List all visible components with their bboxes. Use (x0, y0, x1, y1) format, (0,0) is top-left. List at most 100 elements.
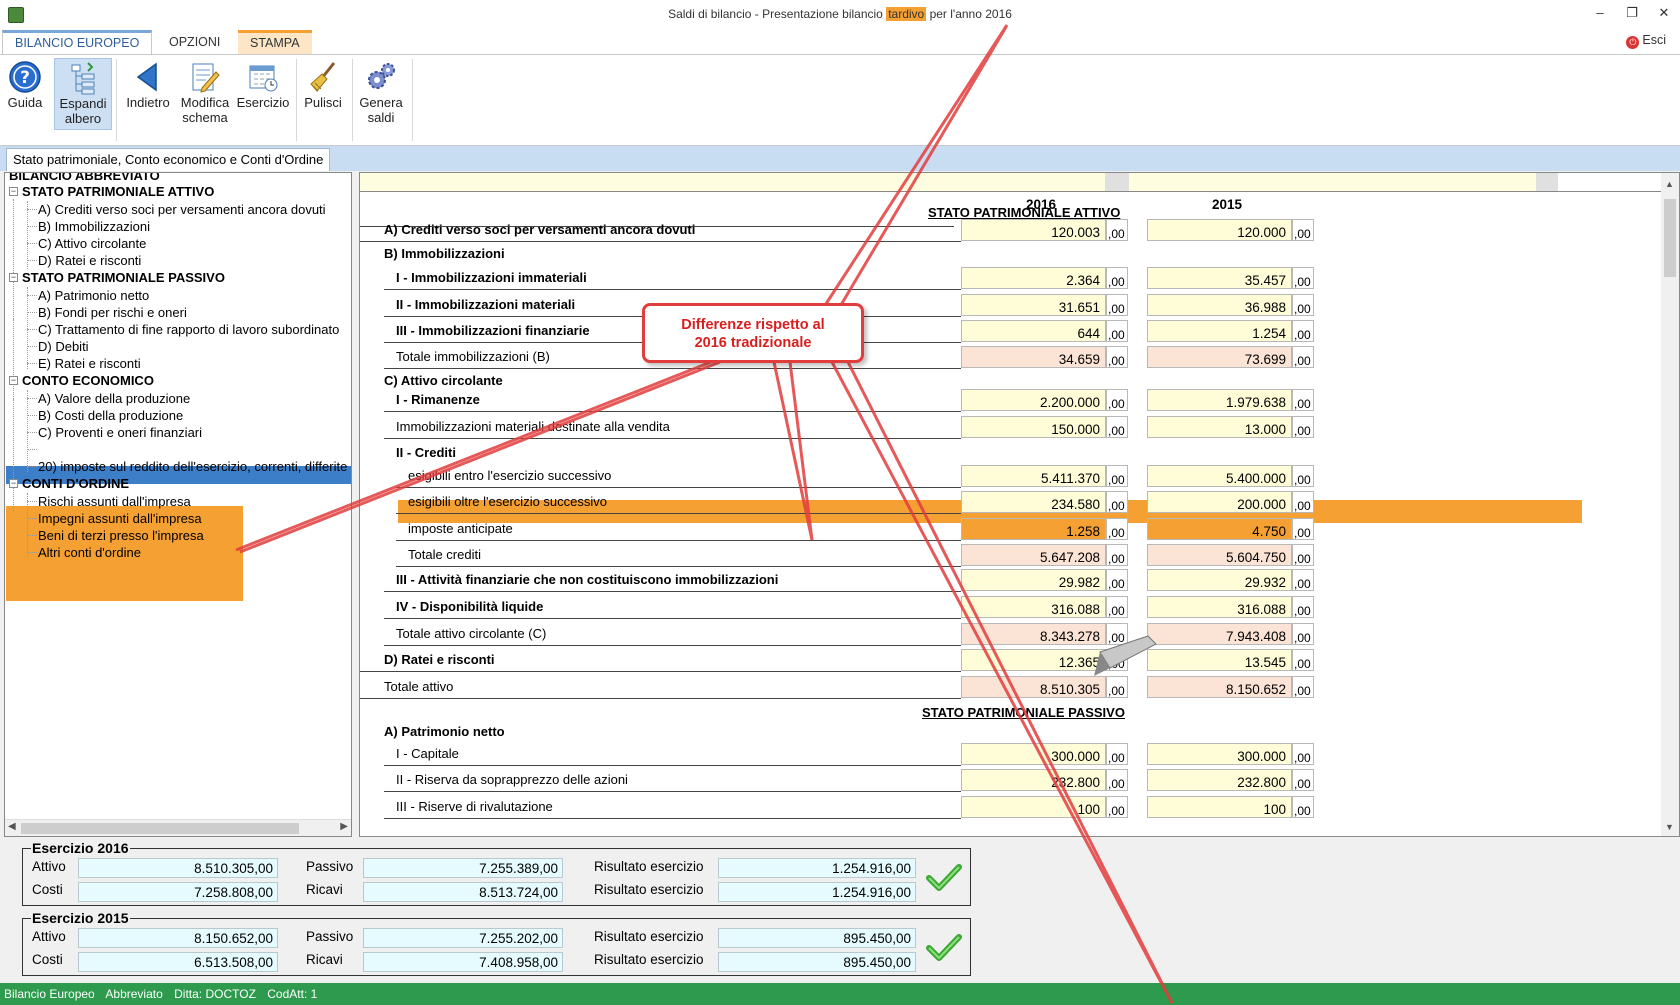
cents-field[interactable]: ,00 (1292, 569, 1314, 591)
tree-item[interactable]: D) Debiti (38, 338, 89, 355)
scroll-thumb[interactable] (21, 823, 299, 834)
value-2015-field[interactable]: 5.400.000 (1147, 465, 1292, 487)
value-2015-field[interactable]: 316.088 (1147, 596, 1292, 618)
value-2015-field[interactable]: 200.000 (1147, 491, 1292, 513)
value-2015-field[interactable]: 35.457 (1147, 267, 1292, 289)
value-2015-field[interactable]: 100 (1147, 796, 1292, 818)
cents-field[interactable]: ,00 (1106, 676, 1128, 698)
tree-group-passivo[interactable]: STATO PATRIMONIALE PASSIVO (22, 269, 225, 286)
modifica-schema-button[interactable]: Modifica schema (178, 58, 232, 130)
passivo-field[interactable]: 7.255.389,00 (363, 858, 563, 878)
value-2016-field[interactable]: 150.000 (961, 416, 1106, 438)
value-2015-field[interactable]: 232.800 (1147, 769, 1292, 791)
value-2015-field[interactable]: 1.254 (1147, 320, 1292, 342)
tree-group-conto-economico[interactable]: CONTO ECONOMICO (22, 372, 154, 389)
value-2016-field[interactable]: 34.659 (961, 346, 1106, 368)
pulisci-button[interactable]: Pulisci (300, 58, 346, 130)
cents-field[interactable]: ,00 (1106, 518, 1128, 540)
tab-opzioni[interactable]: OPZIONI (157, 30, 232, 54)
close-button[interactable]: ✕ (1654, 4, 1674, 22)
cents-field[interactable]: ,00 (1106, 649, 1128, 671)
tree-item[interactable]: Rischi assunti dall'impresa (38, 493, 191, 510)
scroll-up-icon[interactable]: ▲ (1665, 179, 1674, 189)
value-2016-field[interactable]: 2.364 (961, 267, 1106, 289)
risultato-field[interactable]: 895.450,00 (718, 952, 916, 972)
value-2016-field[interactable]: 300.000 (961, 743, 1106, 765)
attivo-field[interactable]: 8.150.652,00 (78, 928, 278, 948)
tree-item[interactable]: D) Ratei e risconti (38, 252, 141, 269)
costi-field[interactable]: 6.513.508,00 (78, 952, 278, 972)
cents-field[interactable]: ,00 (1106, 623, 1128, 645)
value-2016-field[interactable]: 12.365 (961, 649, 1106, 671)
value-2016-field[interactable]: 1.258 (961, 518, 1106, 540)
cents-field[interactable]: ,00 (1106, 743, 1128, 765)
risultato-field[interactable]: 895.450,00 (718, 928, 916, 948)
risultato-field[interactable]: 1.254.916,00 (718, 882, 916, 902)
tree-item[interactable]: Beni di terzi presso l'impresa (38, 527, 204, 544)
cents-field[interactable]: ,00 (1106, 294, 1128, 316)
cents-field[interactable]: ,00 (1106, 219, 1128, 241)
scroll-left-icon[interactable]: ◀ (8, 821, 16, 832)
value-2016-field[interactable]: 5.647.208 (961, 544, 1106, 566)
tree-item[interactable]: E) Ratei e risconti (38, 355, 141, 372)
cents-field[interactable]: ,00 (1292, 491, 1314, 513)
genera-saldi-button[interactable]: Genera saldi (356, 58, 406, 130)
cents-field[interactable]: ,00 (1292, 465, 1314, 487)
cents-field[interactable]: ,00 (1292, 544, 1314, 566)
risultato-field[interactable]: 1.254.916,00 (718, 858, 916, 878)
value-2016-field[interactable]: 100 (961, 796, 1106, 818)
value-2015-field[interactable]: 73.699 (1147, 346, 1292, 368)
tree-item[interactable]: C) Trattamento di fine rapporto di lavor… (38, 321, 339, 338)
scroll-right-icon[interactable]: ▶ (340, 821, 348, 832)
espandi-albero-button[interactable]: Espandi albero (54, 58, 112, 130)
ricavi-field[interactable]: 8.513.724,00 (363, 882, 563, 902)
cents-field[interactable]: ,00 (1292, 416, 1314, 438)
tree-horizontal-scrollbar[interactable]: ◀ ▶ (5, 819, 351, 836)
tree-item-selected[interactable]: D) Rettifiche di valore di attività e pa… (38, 441, 345, 458)
cents-field[interactable]: ,00 (1106, 491, 1128, 513)
tree-item[interactable]: A) Patrimonio netto (38, 287, 149, 304)
collapse-icon[interactable]: − (9, 273, 18, 282)
value-2016-field[interactable]: 232.800 (961, 769, 1106, 791)
value-2015-field[interactable]: 36.988 (1147, 294, 1292, 316)
cents-field[interactable]: ,00 (1292, 320, 1314, 342)
value-2016-field[interactable]: 8.510.305 (961, 676, 1106, 698)
value-2015-field[interactable]: 1.979.638 (1147, 389, 1292, 411)
tree-item[interactable]: B) Costi della produzione (38, 407, 183, 424)
cents-field[interactable]: ,00 (1292, 219, 1314, 241)
cents-field[interactable]: ,00 (1106, 596, 1128, 618)
cents-field[interactable]: ,00 (1106, 569, 1128, 591)
value-2015-field[interactable]: 29.932 (1147, 569, 1292, 591)
cents-field[interactable]: ,00 (1292, 769, 1314, 791)
tree-item[interactable]: C) Attivo circolante (38, 235, 146, 252)
tree-item[interactable]: A) Valore della produzione (38, 390, 190, 407)
tree-group-attivo[interactable]: STATO PATRIMONIALE ATTIVO (22, 183, 214, 200)
cents-field[interactable]: ,00 (1292, 267, 1314, 289)
value-2016-field[interactable]: 29.982 (961, 569, 1106, 591)
cents-field[interactable]: ,00 (1106, 389, 1128, 411)
value-2015-field[interactable]: 8.150.652 (1147, 676, 1292, 698)
value-2016-field[interactable]: 5.411.370 (961, 465, 1106, 487)
cents-field[interactable]: ,00 (1106, 769, 1128, 791)
cents-field[interactable]: ,00 (1292, 346, 1314, 368)
cents-field[interactable]: ,00 (1292, 596, 1314, 618)
value-2016-field[interactable]: 2.200.000 (961, 389, 1106, 411)
scroll-down-icon[interactable]: ▼ (1665, 822, 1674, 832)
value-2015-field[interactable]: 13.000 (1147, 416, 1292, 438)
value-2015-field[interactable]: 120.000 (1147, 219, 1292, 241)
cents-field[interactable]: ,00 (1106, 267, 1128, 289)
collapse-icon[interactable]: − (9, 187, 18, 196)
scroll-thumb[interactable] (1664, 199, 1676, 277)
value-2016-field[interactable]: 234.580 (961, 491, 1106, 513)
tree-group-conti-ordine[interactable]: CONTI D'ORDINE (22, 475, 129, 492)
tree-item[interactable]: B) Immobilizzazioni (38, 218, 150, 235)
cents-field[interactable]: ,00 (1106, 544, 1128, 566)
tab-stampa[interactable]: STAMPA (238, 30, 312, 54)
value-2016-field[interactable]: 644 (961, 320, 1106, 342)
value-2015-field[interactable]: 4.750 (1147, 518, 1292, 540)
collapse-icon[interactable]: − (9, 376, 18, 385)
restore-button[interactable]: ❐ (1622, 4, 1642, 22)
value-2016-field[interactable]: 120.003 (961, 219, 1106, 241)
cents-field[interactable]: ,00 (1106, 465, 1128, 487)
cents-field[interactable]: ,00 (1292, 623, 1314, 645)
